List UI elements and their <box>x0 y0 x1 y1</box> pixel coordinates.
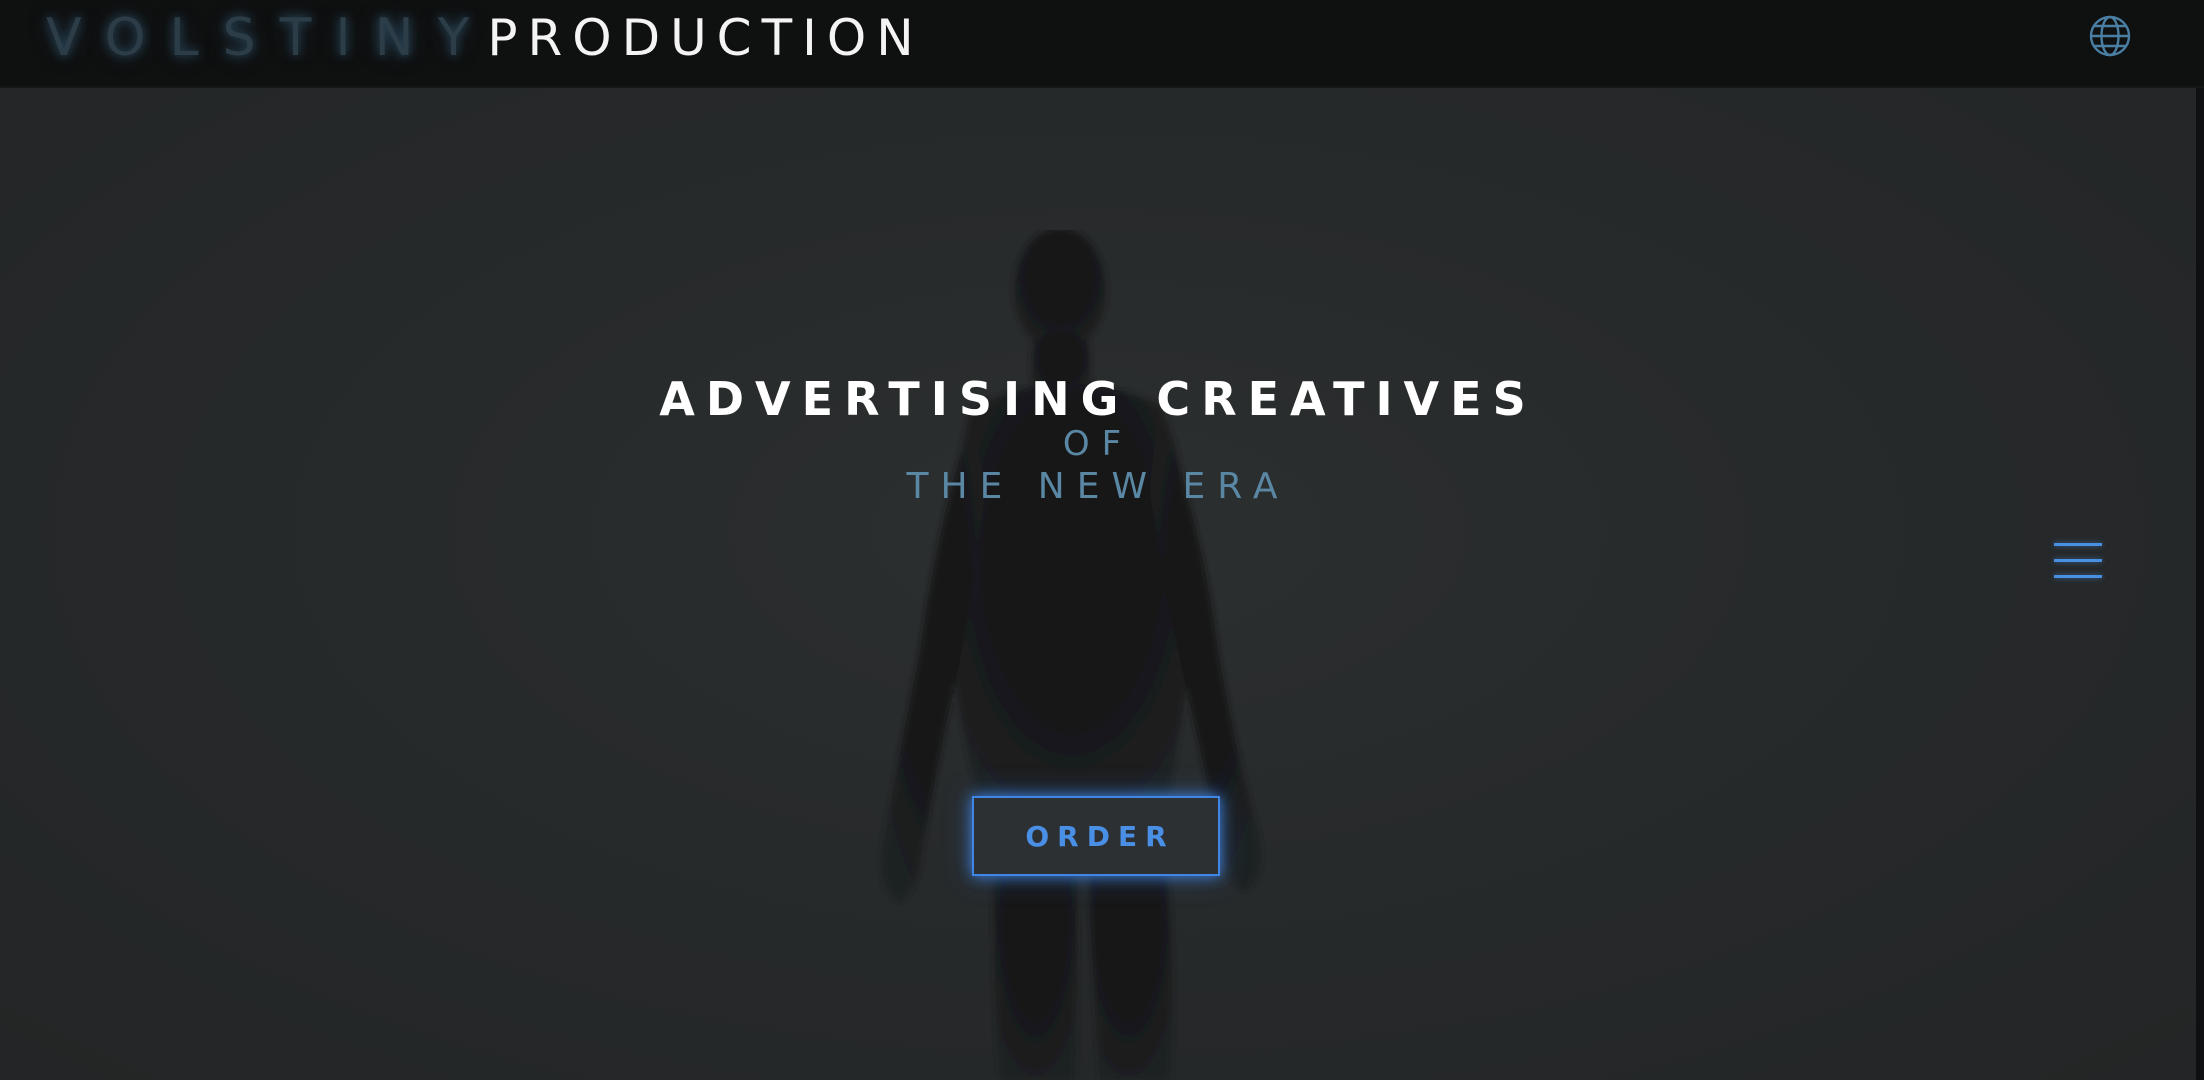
hero-headline: ADVERTISING CREATIVES <box>659 372 1537 426</box>
menu-bar-top <box>2054 543 2102 546</box>
logo-volstiny: VOLSTINY <box>46 8 494 68</box>
hero-subline-of: OF <box>1062 424 1134 464</box>
logo[interactable]: VOLSTINY PRODUCTION <box>46 8 924 68</box>
silhouette-figure <box>881 230 1261 1080</box>
order-button-label: ORDER <box>1025 819 1175 853</box>
globe-icon[interactable] <box>2088 14 2132 58</box>
site-header: VOLSTINY PRODUCTION <box>0 0 2204 86</box>
scroll-gutter <box>2196 86 2204 1080</box>
hamburger-menu-icon[interactable] <box>2052 541 2104 581</box>
menu-bar-middle <box>2054 559 2102 562</box>
menu-bar-bottom <box>2054 575 2102 578</box>
logo-production: PRODUCTION <box>487 9 924 67</box>
order-button[interactable]: ORDER <box>972 796 1220 876</box>
hero-subline-era: THE NEW ERA <box>906 466 1290 507</box>
page: VOLSTINY PRODUCTION ADVERTISING CREATIVE… <box>0 0 2204 1080</box>
